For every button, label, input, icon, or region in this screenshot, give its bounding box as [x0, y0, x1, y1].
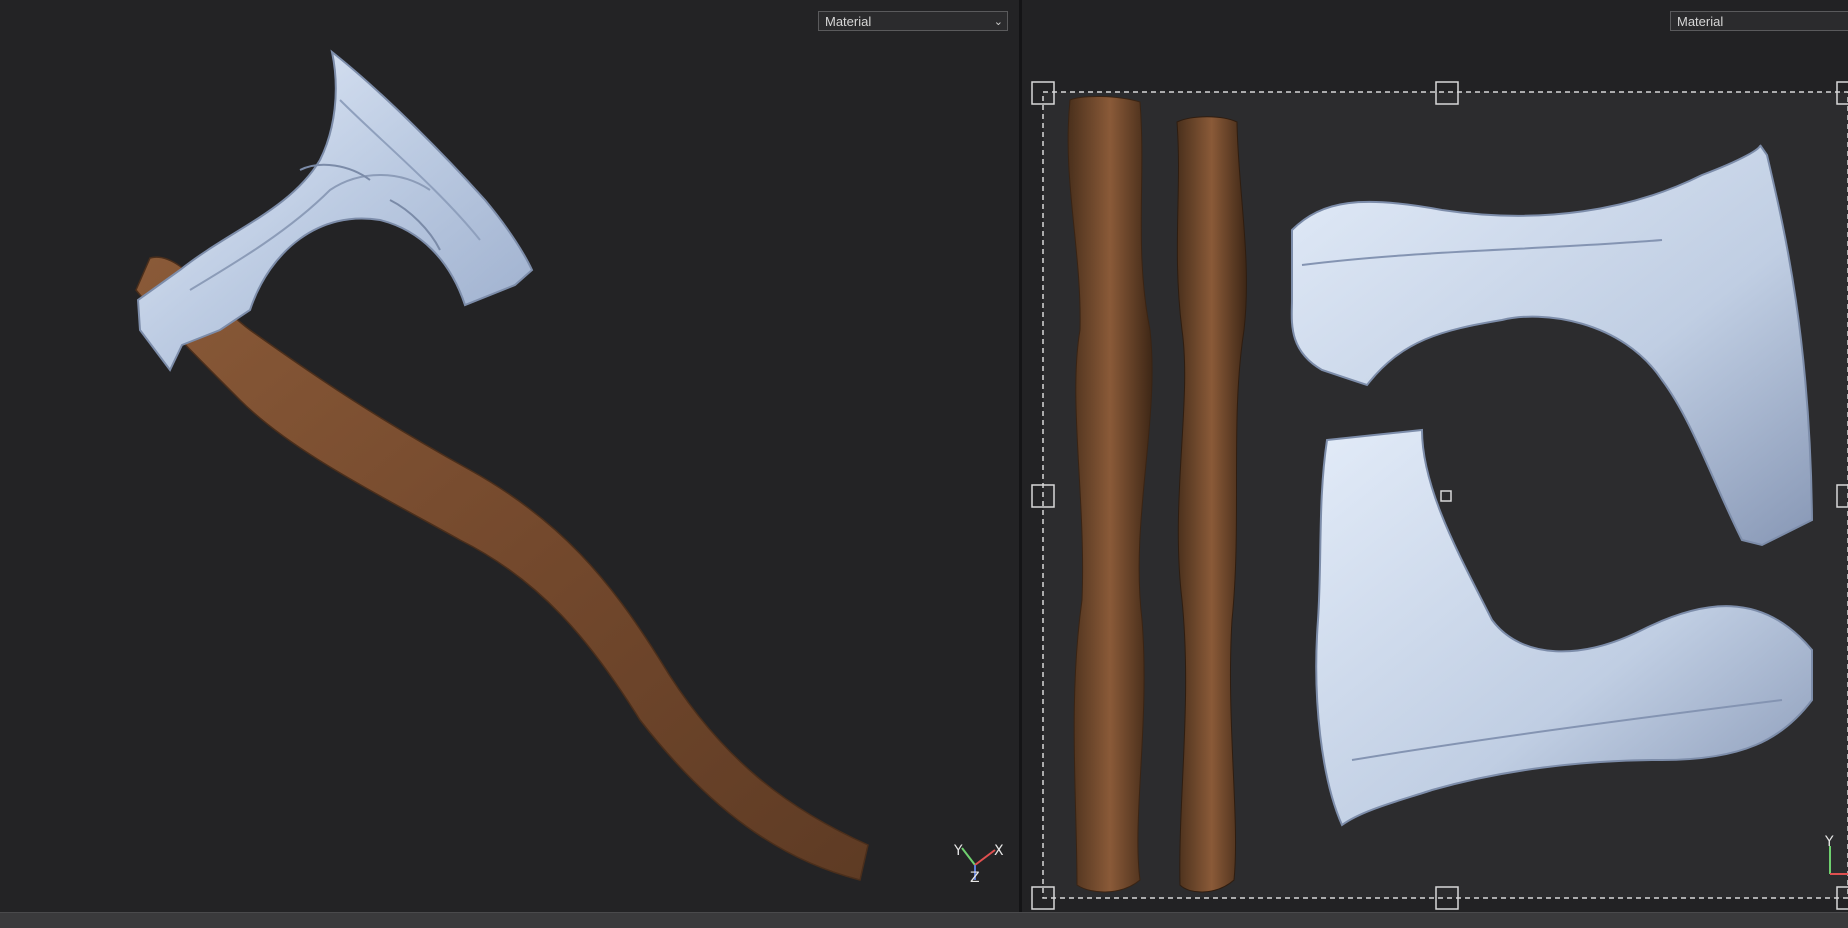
- gizmo-y-label: Y: [953, 843, 963, 859]
- gizmo-y-label: Y: [1824, 834, 1834, 850]
- axe-handle: [135, 256, 869, 881]
- axe-3d-model[interactable]: Y X Z: [0, 0, 1019, 912]
- bottom-status-bar: [0, 912, 1848, 928]
- gizmo-z-label: Z: [970, 870, 980, 886]
- viewport-3d[interactable]: Material ⌄ Y X Z: [0, 0, 1019, 912]
- gizmo-x-label: X: [994, 843, 1004, 859]
- uv-handle-island-1: [1067, 95, 1153, 893]
- uv-layout[interactable]: Y: [1022, 0, 1848, 912]
- viewport-uv[interactable]: Material ⌄: [1022, 0, 1848, 912]
- axis-gizmo-3d: Y X Z: [953, 843, 1004, 886]
- axe-head: [136, 49, 534, 372]
